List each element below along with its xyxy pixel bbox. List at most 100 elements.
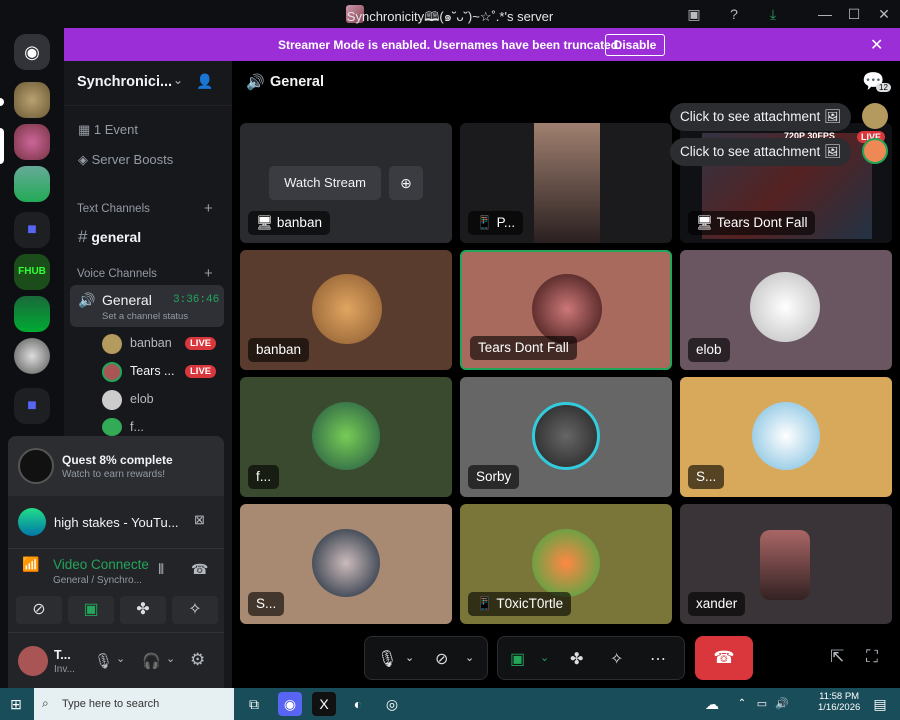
activities-icon[interactable]: ✤ (570, 649, 583, 669)
avatar[interactable] (862, 103, 888, 129)
add-voice-channel-icon[interactable]: + (204, 265, 213, 282)
video-tile[interactable]: xander (680, 504, 892, 624)
inbox-icon[interactable]: ▣ (683, 4, 705, 24)
chevron-down-icon[interactable]: ⌄ (116, 652, 125, 665)
activities-button[interactable]: ✤ (120, 596, 166, 624)
speaker-icon: 🔊 (246, 74, 265, 91)
watch-stream-button[interactable]: Watch Stream (269, 166, 381, 200)
stop-stream-icon[interactable]: ⊠ (194, 512, 205, 528)
video-tile[interactable]: elob (680, 250, 892, 370)
chevron-down-icon[interactable]: ⌄ (465, 651, 474, 664)
server-icon-5[interactable] (14, 296, 50, 332)
leave-call-button[interactable]: ☎ (695, 636, 753, 680)
app-taskbar-icon[interactable]: ◎ (380, 692, 404, 716)
x-taskbar-icon[interactable]: X (312, 692, 336, 716)
windows-start-icon[interactable]: ⊞ (4, 692, 28, 716)
voice-member[interactable]: elob (102, 389, 222, 411)
disable-button[interactable]: Disable (605, 34, 665, 56)
text-channels-header[interactable]: Text Channels (77, 203, 150, 215)
video-tile[interactable]: 📱 P... (460, 123, 672, 243)
server-icon-current[interactable] (14, 124, 50, 160)
divider (8, 632, 224, 633)
voice-member[interactable]: Tears ... LIVE (102, 361, 222, 383)
settings-gear-icon[interactable]: ⚙ (190, 650, 205, 670)
screen-share-button[interactable]: ▣ (68, 596, 114, 624)
video-tile[interactable]: Sorby (460, 377, 672, 497)
soundboard-icon[interactable]: ✧ (610, 649, 623, 669)
video-tile[interactable]: Watch Stream ⊕ 🖥 banban (240, 123, 452, 243)
add-channel-icon[interactable]: + (204, 200, 213, 217)
chevron-down-icon[interactable]: ⌄ (173, 73, 183, 87)
divider (8, 548, 224, 549)
activity-row[interactable]: high stakes - YouTu... ⊠ (8, 498, 224, 546)
voice-timer: 3:36:46 (173, 294, 220, 306)
weather-icon[interactable]: ☁ (700, 692, 724, 716)
close-banner-icon[interactable]: ✕ (870, 35, 883, 55)
attachment-text: Click to see attachment (680, 109, 821, 124)
boosts-item[interactable]: ◈ Server Boosts (78, 152, 173, 168)
download-icon[interactable]: ⤓ (762, 4, 784, 24)
video-tile[interactable]: banban (240, 250, 452, 370)
channel-general[interactable]: # general (78, 227, 141, 247)
events-item[interactable]: ▦ 1 Event (78, 122, 138, 138)
camera-off-button[interactable]: ⊘ (16, 596, 62, 624)
avatar[interactable] (862, 138, 888, 164)
help-icon[interactable]: ? (723, 4, 745, 24)
channel-status[interactable]: Set a channel status (102, 311, 188, 322)
voice-channel-name: General (102, 292, 152, 308)
close-icon[interactable]: ✕ (873, 4, 895, 24)
chevron-down-icon[interactable]: ⌄ (405, 651, 414, 664)
voice-channels-header[interactable]: Voice Channels (77, 268, 157, 280)
screen-share-icon[interactable]: ▣ (510, 649, 525, 669)
server-name[interactable]: Synchronici... (77, 74, 172, 90)
user-avatar (760, 530, 810, 600)
maximize-icon[interactable]: ☐ (843, 4, 865, 24)
minimize-icon[interactable]: — (814, 4, 836, 24)
taskbar-search[interactable]: Type here to search (34, 688, 234, 720)
headphones-icon[interactable]: 🎧 (142, 652, 161, 670)
quest-title: Quest 8% complete (62, 453, 173, 467)
phone-icon: 📱 (476, 596, 493, 611)
disconnect-icon[interactable]: ☎ (191, 561, 208, 578)
video-tile-speaking[interactable]: Tears Dont Fall (460, 250, 672, 370)
voice-channel-general[interactable]: 🔊 General 3:36:46 Set a channel status (70, 285, 224, 327)
server-icon-1[interactable] (14, 82, 50, 118)
video-tile[interactable]: 📱 T0xicT0rtle (460, 504, 672, 624)
soundboard-button[interactable]: ✧ (172, 596, 218, 624)
server-icon-3[interactable] (14, 166, 50, 202)
mic-icon[interactable]: 🎙 (94, 652, 113, 670)
chevron-down-icon[interactable]: ⌄ (166, 652, 175, 665)
edge-taskbar-icon[interactable]: ◐ (346, 692, 370, 716)
user-avatar[interactable] (18, 646, 48, 676)
notification-icon[interactable]: ▤ (868, 692, 892, 716)
voice-member[interactable]: f... (102, 417, 222, 437)
attachment-popup[interactable]: Click to see attachment 🖼 (670, 138, 852, 166)
discord-taskbar-icon[interactable]: ◉ (278, 692, 302, 716)
server-icon-fhub[interactable]: FHUB (14, 254, 50, 290)
camera-off-icon[interactable]: ⊘ (435, 649, 448, 669)
popout-icon[interactable]: ⇱ (830, 647, 844, 667)
noise-suppression-icon[interactable]: ⦀ (158, 561, 164, 578)
quest-card[interactable]: Quest 8% complete Watch to earn rewards! (8, 436, 224, 496)
folder-icon[interactable]: ■ (14, 212, 50, 248)
video-tile[interactable]: S... (680, 377, 892, 497)
volume-icon[interactable]: 🔊 (770, 692, 794, 716)
add-stream-icon[interactable]: ⊕ (389, 166, 423, 200)
fullscreen-icon[interactable]: ⛶ (866, 647, 878, 667)
video-tile[interactable]: S... (240, 504, 452, 624)
task-view-icon[interactable]: ⧉ (242, 692, 266, 716)
more-icon[interactable]: ⋯ (650, 649, 666, 669)
chevron-down-icon[interactable]: ⌄ (540, 651, 549, 664)
video-tile[interactable]: f... (240, 377, 452, 497)
folder-icon-2[interactable]: ■ (14, 388, 50, 424)
discord-home-icon[interactable]: ◉ (14, 34, 50, 70)
voice-member[interactable]: banban LIVE (102, 333, 222, 355)
streamer-mode-banner: Streamer Mode is enabled. Usernames have… (64, 28, 900, 61)
attachment-popup[interactable]: Click to see attachment 🖼 (670, 103, 852, 131)
microphone-icon[interactable]: 🎙 (377, 649, 397, 669)
tile-name-tag: elob (688, 338, 730, 362)
voice-location[interactable]: General / Synchro... (53, 575, 142, 586)
clock[interactable]: 11:58 PM 1/16/2026 (818, 691, 860, 713)
invite-icon[interactable]: 👤 (196, 73, 213, 90)
server-icon-6[interactable] (14, 338, 50, 374)
